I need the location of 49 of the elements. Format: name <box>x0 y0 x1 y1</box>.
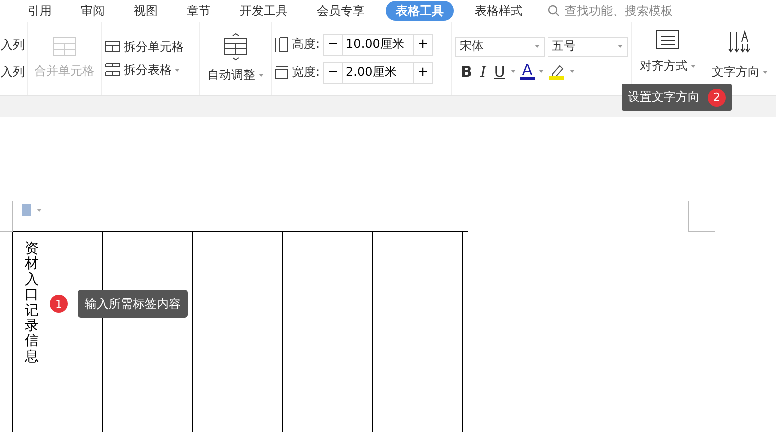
ribbon-tab[interactable]: 会员专享 <box>309 1 373 21</box>
size-field[interactable]: 2.00厘米 <box>342 62 414 82</box>
caret-icon <box>535 45 540 48</box>
caret-icon <box>175 68 180 72</box>
column-width-icon <box>275 66 289 80</box>
ribbon-label[interactable]: 入列 <box>1 36 25 54</box>
font-size-dropdown[interactable]: 五号 <box>548 36 628 56</box>
ribbon-tab[interactable]: 引用 <box>20 1 60 21</box>
caret-icon <box>763 71 768 74</box>
ribbon-label[interactable]: 入列 <box>1 64 25 80</box>
search-field[interactable]: 查找功能、搜索模板 <box>548 3 697 19</box>
caret-icon <box>511 70 516 73</box>
underline-button[interactable]: U <box>492 62 508 80</box>
ribbon-tab[interactable]: 审阅 <box>73 1 113 21</box>
cell-text: 资材入口记录信息 <box>25 242 39 366</box>
align-icon <box>656 30 680 50</box>
align-button[interactable]: 对齐方式 <box>640 58 688 75</box>
tooltip-text: 输入所需标签内容 <box>85 296 181 312</box>
page-corner-mark <box>0 201 13 232</box>
caret-icon <box>538 70 544 73</box>
search-icon <box>548 5 560 17</box>
bold-button[interactable]: B <box>459 62 474 80</box>
table-icon <box>222 33 248 61</box>
size-field[interactable]: 10.00厘米 <box>342 34 414 54</box>
tooltip-text: 设置文字方向 <box>628 89 700 106</box>
font-color-button[interactable]: A <box>520 63 535 80</box>
split-button[interactable]: 拆分表格 <box>124 62 172 78</box>
italic-button[interactable]: I <box>478 62 488 80</box>
page-corner-mark <box>688 201 715 232</box>
split-button[interactable]: 拆分单元格 <box>124 38 184 56</box>
caret-icon <box>258 74 264 77</box>
row-height-icon <box>275 36 289 52</box>
ribbon-tab[interactable]: 开发工具 <box>232 1 296 21</box>
text-direction-button[interactable]: 文字方向 <box>712 64 760 81</box>
table-icon <box>105 40 121 54</box>
table-icon <box>105 63 121 77</box>
caret-icon <box>570 70 575 73</box>
font-dropdown[interactable]: 宋体 <box>455 36 545 56</box>
table-icon <box>52 37 76 57</box>
caret-icon <box>691 65 696 68</box>
autofit-button[interactable]: 自动调整 <box>208 67 256 84</box>
ribbon-tab[interactable]: 视图 <box>126 1 166 21</box>
ribbon-tab[interactable]: 章节 <box>179 1 219 21</box>
field-label: 高度: <box>292 36 320 53</box>
highlighter-icon[interactable] <box>548 64 566 80</box>
step-badge: 2 <box>708 88 726 106</box>
field-label: 宽度: <box>292 64 320 81</box>
caret-icon <box>618 45 623 48</box>
ribbon-tab[interactable]: 表格样式 <box>467 1 531 21</box>
